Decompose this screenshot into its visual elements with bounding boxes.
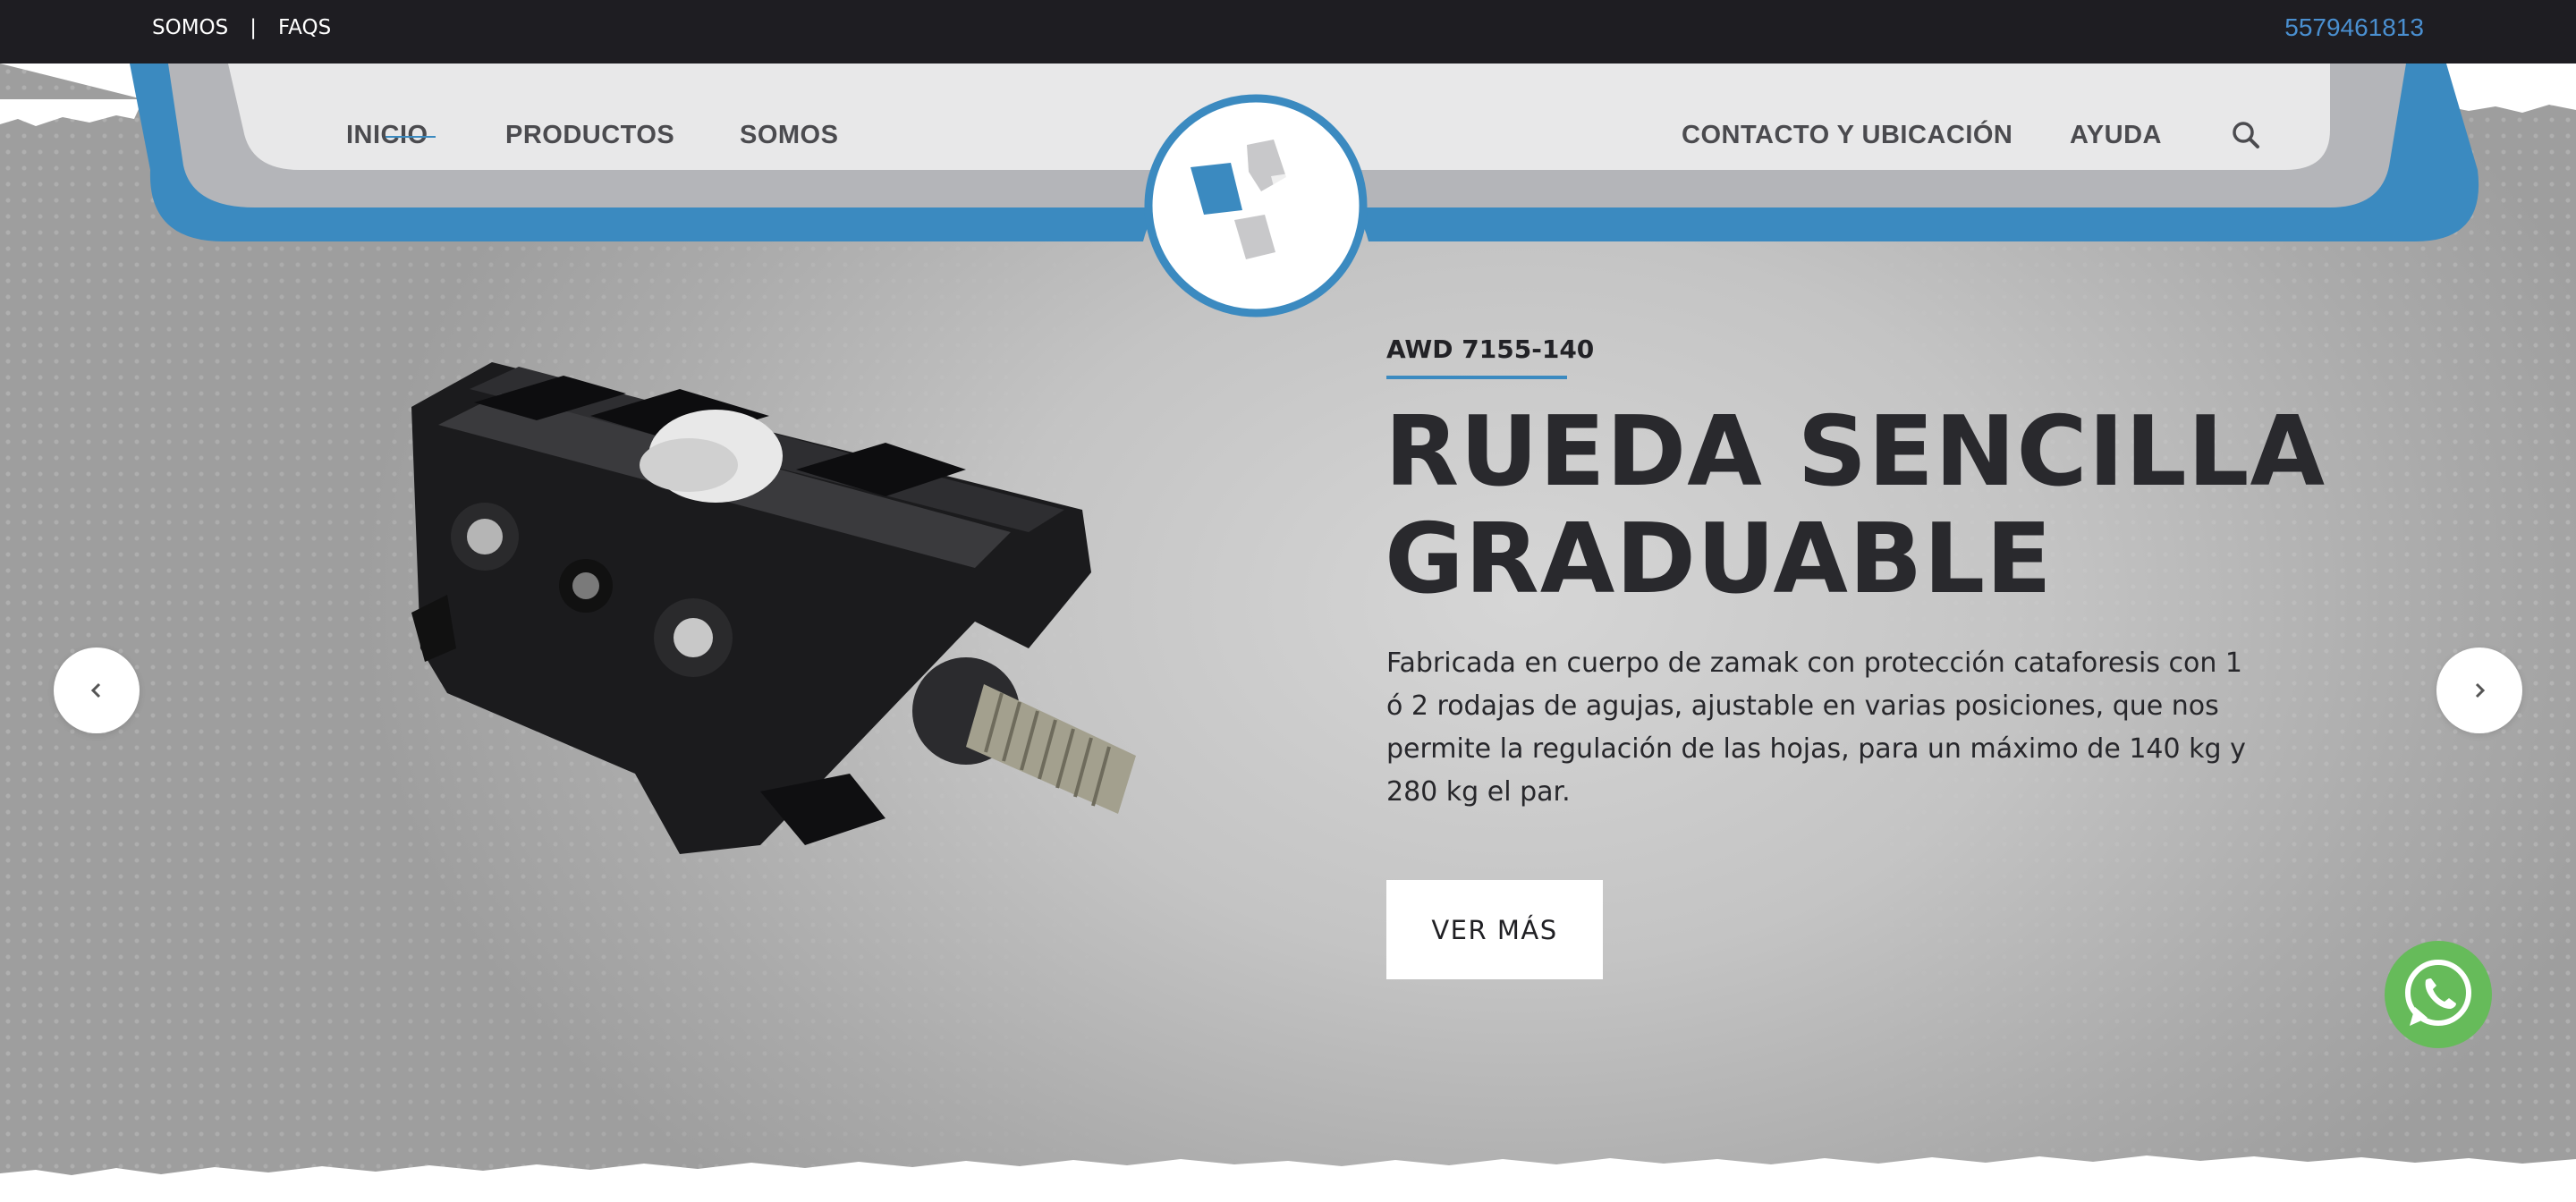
slide-title: RUEDA SENCILLA GRADUABLE — [1385, 399, 2413, 614]
slide-title-line2: GRADUABLE — [1385, 504, 2053, 615]
nav-inicio[interactable]: INICIO — [346, 117, 436, 153]
whatsapp-button[interactable] — [2385, 941, 2492, 1048]
slider-prev-button[interactable] — [54, 648, 140, 733]
nav-ayuda[interactable]: AYUDA — [2070, 117, 2162, 153]
slider-next-button[interactable] — [2436, 648, 2522, 733]
nav-productos[interactable]: PRODUCTOS — [505, 117, 674, 153]
slide-title-line1: RUEDA SENCILLA — [1385, 396, 2326, 508]
nav-active-indicator — [386, 136, 436, 138]
torn-paper-bottom — [0, 1155, 2576, 1202]
nav-inicio-label: INICIO — [346, 120, 428, 149]
slide-description: Fabricada en cuerpo de zamak con protecc… — [1386, 648, 2246, 808]
chevron-left-icon — [90, 682, 101, 698]
phone-link[interactable]: 5579461813 — [2284, 0, 2424, 55]
nav-contacto-ubicacion[interactable]: CONTACTO Y UBICACIÓN — [1682, 117, 2012, 153]
nav-somos[interactable]: SOMOS — [740, 117, 838, 153]
search-icon — [2233, 122, 2259, 148]
top-link-somos[interactable]: SOMOS — [152, 16, 228, 39]
top-links: SOMOS | FAQS — [152, 0, 331, 55]
brand-logo[interactable] — [1141, 91, 1370, 320]
top-link-faqs[interactable]: FAQS — [278, 16, 331, 39]
top-bar: SOMOS | FAQS 5579461813 — [0, 0, 2576, 63]
product-code: AWD 7155-140 — [1386, 334, 1595, 364]
top-link-separator: | — [250, 16, 258, 39]
product-code-underline — [1386, 376, 1567, 379]
product-image-roller — [411, 362, 1136, 854]
ver-mas-button[interactable]: VER MÁS — [1386, 880, 1603, 979]
search-button[interactable] — [2228, 117, 2264, 153]
chevron-right-icon — [2475, 682, 2486, 698]
